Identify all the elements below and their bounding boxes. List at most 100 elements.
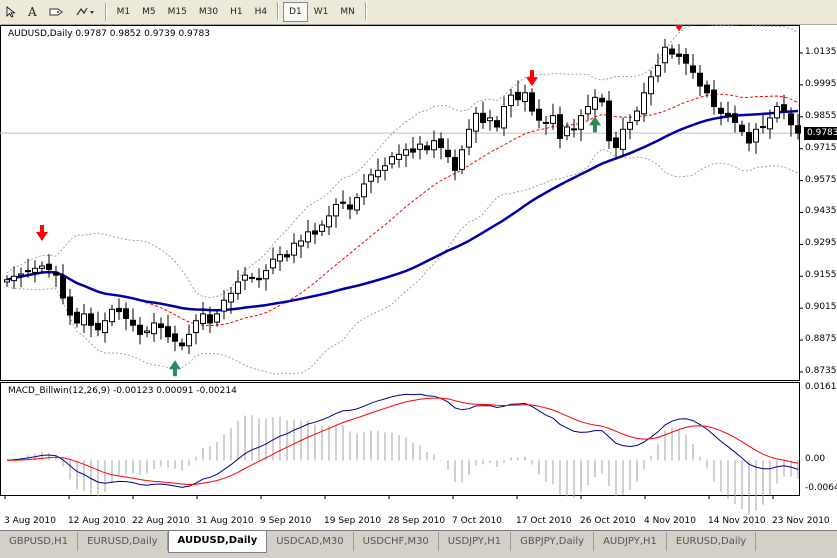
toolbar-separator bbox=[364, 2, 367, 20]
timeframe-button-m15[interactable]: M15 bbox=[162, 2, 193, 22]
timeframe-button-m1[interactable]: M1 bbox=[111, 2, 137, 22]
candle-body bbox=[494, 120, 500, 128]
chart-tab-eurusd-daily[interactable]: EURUSD,Daily bbox=[78, 532, 168, 551]
chart-tab-audjpy-h1[interactable]: AUDJPY,H1 bbox=[594, 532, 667, 551]
date-tick-label: 23 Nov 2010 bbox=[772, 516, 830, 526]
candle-body bbox=[599, 97, 605, 103]
candle-body bbox=[781, 104, 787, 112]
candle-body bbox=[473, 112, 479, 132]
indicator-tick-label: -0.00641 bbox=[805, 483, 837, 493]
chart-window[interactable]: AUDUSD,Daily 0.9787 0.9852 0.9739 0.9783… bbox=[0, 25, 837, 530]
candle-body bbox=[102, 320, 108, 334]
chart-tab-usdchf-m30[interactable]: USDCHF,M30 bbox=[354, 532, 439, 551]
lower-band-line bbox=[6, 148, 799, 375]
candle-body bbox=[424, 145, 430, 151]
candle-body bbox=[186, 333, 192, 347]
candle-body bbox=[613, 137, 619, 149]
candle-body bbox=[123, 308, 129, 319]
timeframe-button-mn[interactable]: MN bbox=[334, 2, 361, 22]
candle-body bbox=[368, 174, 374, 182]
price-tick-label: 0.9575 bbox=[805, 174, 837, 185]
indicator-tick-label: 0.01618 bbox=[805, 382, 837, 392]
candle-body bbox=[592, 96, 598, 110]
candle-body bbox=[753, 128, 759, 143]
chart-tab-usdcad-m30[interactable]: USDCAD,M30 bbox=[267, 532, 354, 551]
candle-body bbox=[305, 231, 311, 243]
candle-body bbox=[312, 230, 318, 235]
buy-arrow-icon bbox=[169, 360, 181, 377]
main-plot-frame bbox=[0, 25, 800, 381]
candle-body bbox=[536, 108, 542, 121]
candle-body bbox=[256, 277, 262, 281]
timeframe-button-m30[interactable]: M30 bbox=[193, 2, 224, 22]
chart-tab-eurusd-daily[interactable]: EURUSD,Daily bbox=[667, 532, 757, 551]
chart-symbol-line: AUDUSD,Daily 0.9787 0.9852 0.9739 0.9783 bbox=[8, 29, 210, 39]
date-tick-label: 22 Aug 2010 bbox=[132, 516, 190, 526]
candle-body bbox=[4, 279, 10, 283]
candle-body bbox=[676, 53, 682, 57]
candle-body bbox=[389, 156, 395, 165]
timeframe-button-d1[interactable]: D1 bbox=[283, 2, 308, 22]
candle-body bbox=[431, 140, 437, 151]
timeframe-button-w1[interactable]: W1 bbox=[308, 2, 335, 22]
candle-body bbox=[165, 326, 171, 338]
candle-body bbox=[466, 128, 472, 148]
candle-body bbox=[326, 215, 332, 228]
candle-body bbox=[46, 263, 52, 270]
chart-tab-audusd-daily[interactable]: AUDUSD,Daily bbox=[167, 531, 268, 553]
price-tick-label: 0.9155 bbox=[805, 270, 837, 281]
chart-tab-gbpusd-h1[interactable]: GBPUSD,H1 bbox=[0, 532, 79, 551]
indicator-tick-label: 0.00 bbox=[805, 454, 826, 465]
candle-body bbox=[564, 126, 570, 137]
timeframe-button-m5[interactable]: M5 bbox=[136, 2, 162, 22]
label-icon[interactable] bbox=[43, 2, 69, 22]
candle-body bbox=[767, 117, 773, 130]
chart-tab-gbpjpy-daily[interactable]: GBPJPY,Daily bbox=[511, 532, 595, 551]
candle-body bbox=[39, 265, 45, 269]
candle-body bbox=[445, 149, 451, 158]
candle-body bbox=[410, 148, 416, 153]
cursor-icon[interactable] bbox=[0, 2, 22, 22]
candle-body bbox=[746, 131, 752, 144]
date-tick-label: 31 Aug 2010 bbox=[196, 516, 254, 526]
candle-body bbox=[228, 292, 234, 303]
date-tick-label: 12 Aug 2010 bbox=[68, 516, 126, 526]
candle-body bbox=[179, 342, 185, 347]
timeframe-button-h4[interactable]: H4 bbox=[249, 2, 274, 22]
candle-body bbox=[529, 92, 535, 112]
candle-body bbox=[200, 313, 206, 324]
candle-body bbox=[606, 100, 612, 142]
price-chart-canvas[interactable] bbox=[0, 25, 837, 530]
candle-body bbox=[242, 274, 248, 281]
candle-body bbox=[67, 296, 73, 316]
shapes-dropdown-icon[interactable] bbox=[69, 2, 101, 22]
price-tick-label: 0.8735 bbox=[805, 366, 837, 376]
candle-body bbox=[32, 267, 38, 273]
date-tick-label: 28 Sep 2010 bbox=[388, 516, 446, 526]
candle-body bbox=[403, 149, 409, 156]
chart-tab-usdjpy-h1[interactable]: USDJPY,H1 bbox=[439, 532, 512, 551]
candle-body bbox=[718, 107, 724, 114]
candle-body bbox=[270, 258, 276, 269]
candle-body bbox=[158, 323, 164, 329]
date-tick-label: 7 Oct 2010 bbox=[452, 516, 502, 526]
candle-body bbox=[452, 157, 458, 171]
price-tick-label: 0.9715 bbox=[805, 142, 837, 153]
candle-body bbox=[382, 165, 388, 171]
indicator-title: MACD_Billwin(12,26,9) -0.00123 0.00091 -… bbox=[8, 386, 237, 396]
text-icon[interactable]: A bbox=[22, 2, 43, 22]
candle-body bbox=[347, 204, 353, 210]
candle-body bbox=[11, 275, 17, 282]
timeframe-button-h1[interactable]: H1 bbox=[224, 2, 249, 22]
candle-body bbox=[704, 84, 710, 94]
candle-body bbox=[732, 113, 738, 123]
candle-body bbox=[207, 314, 213, 324]
candle-body bbox=[263, 270, 269, 280]
candle-body bbox=[760, 126, 766, 129]
candle-body bbox=[739, 124, 745, 133]
timeframe-buttons: M1 M5 M15 M30 H1 H4 D1 W1 MN bbox=[111, 2, 371, 22]
candle-body bbox=[487, 117, 493, 122]
chart-toolbar: A M1 M5 M15 M30 H1 H4 D1 W1 MN bbox=[0, 0, 837, 25]
date-tick-label: 19 Sep 2010 bbox=[324, 516, 382, 526]
candle-body bbox=[683, 54, 689, 64]
